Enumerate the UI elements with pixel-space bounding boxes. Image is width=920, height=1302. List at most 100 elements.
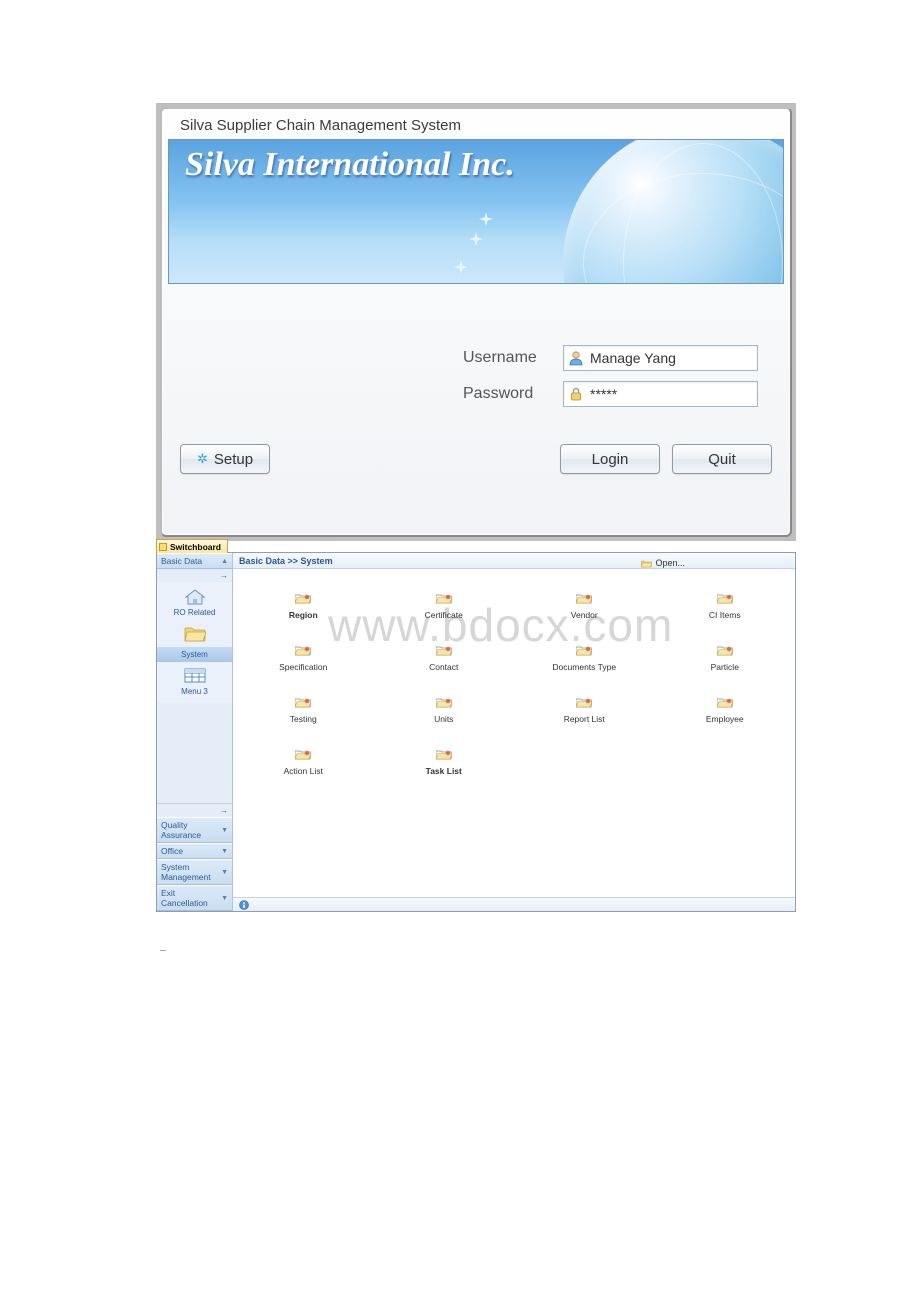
info-icon — [239, 900, 249, 910]
sidebar-group-office[interactable]: Office ▼ — [157, 843, 232, 859]
password-input-wrap[interactable] — [563, 381, 758, 407]
user-icon — [568, 350, 584, 366]
password-row: Password — [463, 381, 758, 407]
tile-vendor[interactable]: Vendor — [514, 581, 655, 631]
login-button-label: Login — [592, 451, 629, 468]
sidebar-group-label: Quality Assurance — [161, 820, 221, 840]
tab-icon — [159, 543, 167, 551]
tile-label: Specification — [279, 662, 327, 672]
breadcrumb: Basic Data >> System — [239, 556, 333, 566]
expand-icon: ▼ — [221, 869, 228, 876]
sidebar-arrow-right[interactable]: → — [157, 569, 232, 582]
switchboard-body: Basic Data ▲ → RO Related System Menu 3 — [157, 553, 795, 911]
folder-tile-icon — [576, 593, 592, 606]
collapse-icon: ▲ — [221, 558, 228, 565]
tile-label: Units — [434, 714, 453, 724]
content-header: Basic Data >> System Open... — [233, 553, 795, 569]
folder-tile-icon — [295, 749, 311, 762]
sidebar-group-exit[interactable]: Exit Cancellation ▼ — [157, 885, 232, 911]
sidebar-item-label: System — [181, 650, 208, 659]
window-title: Silva Supplier Chain Management System — [180, 117, 461, 134]
sidebar-item-system[interactable]: System — [157, 647, 232, 662]
password-input[interactable] — [590, 382, 753, 406]
banner: Silva International Inc. — [168, 139, 784, 284]
tile-label: Particle — [711, 662, 739, 672]
tile-label: Certificate — [425, 610, 463, 620]
sidebar-group-quality[interactable]: Quality Assurance ▼ — [157, 817, 232, 843]
sidebar-item-ro-related[interactable]: RO Related — [157, 585, 232, 620]
folder-tile-icon — [436, 749, 452, 762]
globe-decор — [563, 139, 784, 284]
open-button[interactable]: Open... — [641, 555, 685, 571]
sidebar-group-label: Office — [161, 846, 183, 856]
tile-particle[interactable]: Particle — [655, 633, 796, 683]
tile-label: Report List — [564, 714, 605, 724]
username-input[interactable] — [590, 346, 753, 370]
sparkle-icon — [454, 260, 468, 274]
tile-region[interactable]: Region — [233, 581, 374, 631]
folder-tile-icon — [717, 645, 733, 658]
setup-button-label: Setup — [214, 451, 253, 468]
expand-icon: ▼ — [221, 848, 228, 855]
quit-button[interactable]: Quit — [672, 444, 772, 474]
setup-button[interactable]: ✲ Setup — [180, 444, 270, 474]
switchboard-tab-label: Switchboard — [170, 542, 221, 552]
password-label: Password — [463, 385, 553, 403]
tile-ci-items[interactable]: CI Items — [655, 581, 796, 631]
breadcrumb-right: System — [301, 556, 333, 566]
tile-contact[interactable]: Contact — [374, 633, 515, 683]
expand-icon: ▼ — [221, 827, 228, 834]
tile-grid: Region Certificate Vendor CI Items Specifica… — [233, 577, 795, 897]
table-icon — [184, 667, 206, 685]
open-button-label: Open... — [655, 555, 685, 571]
house-icon — [184, 588, 206, 606]
folder-tile-icon — [436, 645, 452, 658]
sidebar-item-menu3[interactable]: Menu 3 — [157, 664, 232, 699]
folder-tile-icon — [436, 593, 452, 606]
login-button[interactable]: Login — [560, 444, 660, 474]
sparkle-icon — [479, 212, 493, 226]
sidebar-item-folder[interactable] — [157, 622, 232, 645]
username-input-wrap[interactable] — [563, 345, 758, 371]
tile-label: Vendor — [571, 610, 598, 620]
sidebar-group-label: Exit Cancellation — [161, 888, 221, 908]
sidebar-item-label: RO Related — [174, 608, 216, 617]
gear-icon: ✲ — [197, 451, 208, 467]
tile-testing[interactable]: Testing — [233, 685, 374, 735]
folder-tile-icon — [576, 645, 592, 658]
folder-tile-icon — [295, 593, 311, 606]
decorative-dash — [160, 950, 166, 951]
tile-units[interactable]: Units — [374, 685, 515, 735]
sidebar-arrow-right[interactable]: → — [157, 803, 232, 817]
sidebar-group-label: Basic Data — [161, 556, 202, 566]
sidebar-group-system-management[interactable]: System Management ▼ — [157, 859, 232, 885]
folder-tile-icon — [295, 645, 311, 658]
folder-tile-icon — [717, 697, 733, 710]
sidebar-item-label: Menu 3 — [181, 687, 208, 696]
folder-icon — [184, 625, 206, 643]
sidebar-group-label: System Management — [161, 862, 221, 882]
tile-certificate[interactable]: Certificate — [374, 581, 515, 631]
folder-tile-icon — [436, 697, 452, 710]
tile-label: Contact — [429, 662, 458, 672]
tile-action-list[interactable]: Action List — [233, 737, 374, 787]
tile-documents-type[interactable]: Documents Type — [514, 633, 655, 683]
lock-icon — [568, 386, 584, 402]
breadcrumb-sep: >> — [285, 556, 301, 566]
tile-label: Action List — [284, 766, 323, 776]
tile-task-list[interactable]: Task List — [374, 737, 515, 787]
tile-label: Task List — [426, 766, 462, 776]
switchboard-tab[interactable]: Switchboard — [156, 539, 228, 553]
tile-report-list[interactable]: Report List — [514, 685, 655, 735]
tile-employee[interactable]: Employee — [655, 685, 796, 735]
tile-specification[interactable]: Specification — [233, 633, 374, 683]
login-panel: Silva Supplier Chain Management System S… — [160, 107, 792, 537]
folder-tile-icon — [576, 697, 592, 710]
expand-icon: ▼ — [221, 895, 228, 902]
folder-open-icon — [641, 559, 652, 568]
sparkle-icon — [469, 232, 483, 246]
tile-label: Documents Type — [552, 662, 616, 672]
sidebar-group-basic-data[interactable]: Basic Data ▲ — [157, 553, 232, 569]
status-bar — [233, 897, 795, 911]
breadcrumb-left: Basic Data — [239, 556, 285, 566]
